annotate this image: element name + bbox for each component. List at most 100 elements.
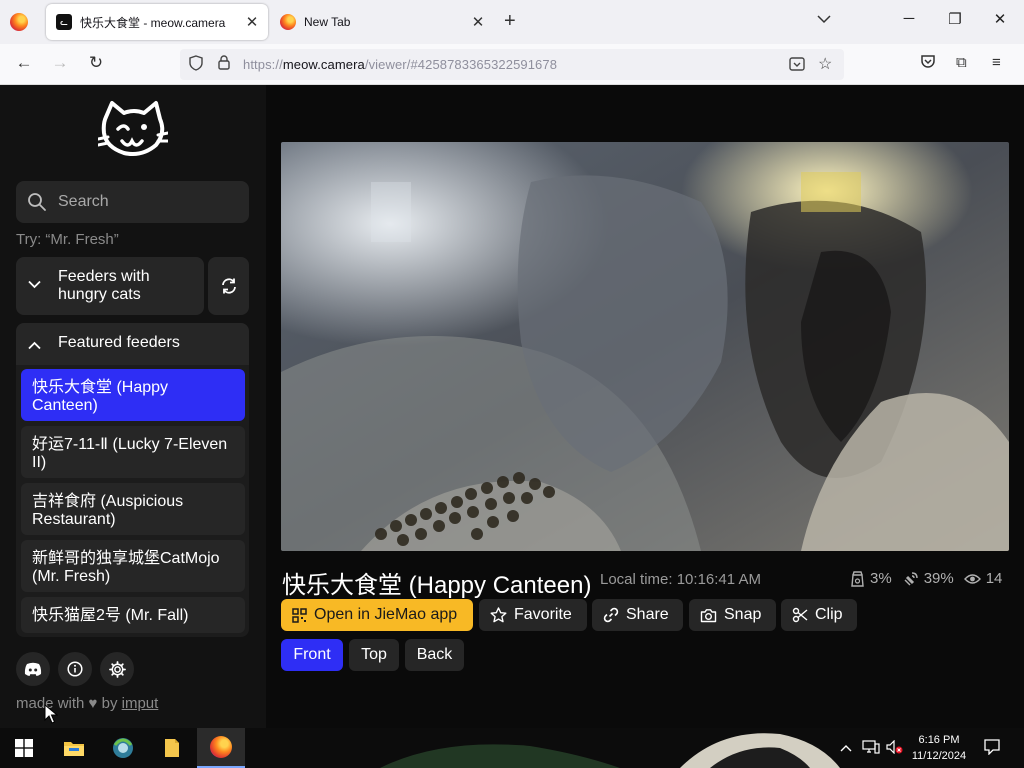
- back-arrow-icon[interactable]: ←: [12, 53, 36, 73]
- document-icon: [165, 739, 179, 757]
- feeder-list: 快乐大食堂 (Happy Canteen) 好运7-11-Ⅱ (Lucky 7-…: [16, 365, 249, 637]
- mouse-cursor-icon: [44, 704, 58, 724]
- favorite-button[interactable]: Favorite: [479, 599, 587, 631]
- tray-overflow-chevron-icon[interactable]: [840, 740, 852, 755]
- tab-title: 快乐大食堂 - meow.camera: [80, 15, 226, 30]
- address-bar[interactable]: https://meow.camera/viewer/#425878336532…: [180, 49, 844, 80]
- search-box[interactable]: [16, 181, 249, 223]
- tab-close-icon[interactable]: ✕: [240, 13, 264, 31]
- main-content: 快乐大食堂 (Happy Canteen) Local time: 10:16:…: [266, 85, 1024, 728]
- discord-button[interactable]: [16, 652, 50, 686]
- browser-globe-icon: [113, 738, 133, 758]
- taskbar-notepad[interactable]: [148, 728, 196, 768]
- notifications-icon[interactable]: [984, 739, 1000, 758]
- open-app-button[interactable]: Open in JieMao app: [281, 599, 473, 631]
- refresh-button[interactable]: [208, 257, 249, 315]
- refresh-icon: [221, 278, 236, 294]
- lock-icon[interactable]: [218, 55, 230, 73]
- clock-time: 6:16 PM: [918, 734, 960, 746]
- clip-button[interactable]: Clip: [781, 599, 857, 631]
- volume-muted-icon[interactable]: [886, 739, 904, 757]
- eye-icon: [963, 573, 981, 584]
- link-icon: [603, 607, 619, 623]
- desktop-wallpaper-peek: [380, 733, 840, 768]
- gear-icon: [108, 660, 126, 678]
- windows-logo-icon: [15, 739, 33, 757]
- start-button[interactable]: [0, 728, 48, 768]
- tab-close-icon[interactable]: ✕: [466, 13, 490, 31]
- featured-feeders-label: Featured feeders: [58, 334, 180, 351]
- hungry-feeders-label: Feeders with hungry cats: [58, 268, 150, 303]
- search-icon: [28, 193, 46, 211]
- restore-icon[interactable]: ❐: [945, 10, 965, 28]
- feeder-item-happy-canteen[interactable]: 快乐大食堂 (Happy Canteen): [21, 369, 245, 421]
- heart-icon: ♥: [88, 695, 98, 712]
- firefox-favicon-icon: [280, 14, 296, 30]
- reload-icon[interactable]: ↻: [84, 53, 108, 73]
- tab-new-tab[interactable]: New Tab ✕: [270, 4, 494, 40]
- author-link[interactable]: imput: [122, 695, 159, 712]
- browser-tab-bar: ᓚ 快乐大食堂 - meow.camera ✕ New Tab ✕ + ─ ❐ …: [0, 0, 1024, 44]
- new-tab-plus-icon[interactable]: +: [504, 10, 516, 33]
- meow-camera-logo-icon[interactable]: [98, 99, 168, 161]
- local-time: Local time: 10:16:41 AM: [600, 571, 761, 588]
- sidebar: Try: “Mr. Fresh” Feeders with hungry cat…: [0, 85, 266, 728]
- windows-taskbar: 6:16 PM 11/12/2024: [0, 728, 1024, 768]
- qr-code-icon: [292, 607, 307, 623]
- tab-meow-camera[interactable]: ᓚ 快乐大食堂 - meow.camera ✕: [46, 4, 268, 40]
- feeder-item-lucky-7-eleven[interactable]: 好运7-11-Ⅱ (Lucky 7-Eleven II): [21, 426, 245, 478]
- feeder-item-mr-fresh[interactable]: 新鲜哥的独享城堡CatMojo (Mr. Fresh): [21, 540, 245, 592]
- scissors-icon: [792, 607, 808, 623]
- food-bag-icon: [851, 570, 864, 587]
- firefox-menu-icon[interactable]: [10, 13, 28, 31]
- search-hint: Try: “Mr. Fresh”: [16, 231, 119, 248]
- window-close-icon[interactable]: ✕: [990, 10, 1010, 28]
- hungry-feeders-toggle[interactable]: Feeders with hungry cats: [16, 257, 204, 315]
- extensions-puzzle-icon[interactable]: ⧉: [956, 54, 967, 71]
- made-with-footer: made with ♥ by imput: [16, 695, 159, 712]
- about-button[interactable]: [58, 652, 92, 686]
- network-icon[interactable]: [862, 740, 880, 757]
- satellite-icon: [904, 571, 918, 585]
- url-text: https://meow.camera/viewer/#425878336532…: [243, 57, 558, 72]
- folder-icon: [64, 742, 84, 756]
- reader-view-icon[interactable]: [789, 56, 805, 75]
- browser-nav-bar: ← → ↻ https://meow.camera/viewer/#425878…: [0, 44, 1024, 85]
- camera-video-stream[interactable]: [281, 142, 1009, 551]
- view-front-button[interactable]: Front: [281, 639, 343, 671]
- pocket-icon[interactable]: [920, 54, 936, 73]
- discord-icon: [24, 662, 42, 676]
- hamburger-menu-icon[interactable]: ≡: [992, 54, 1001, 71]
- taskbar-clock[interactable]: 6:16 PM 11/12/2024: [906, 732, 972, 764]
- list-all-tabs-chevron-icon[interactable]: [817, 11, 831, 27]
- minimize-icon[interactable]: ─: [899, 10, 919, 27]
- search-input[interactable]: [58, 191, 238, 213]
- taskbar-firefox[interactable]: [197, 728, 245, 768]
- taskbar-edge-browser[interactable]: [99, 728, 147, 768]
- chevron-down-icon: [28, 277, 41, 292]
- featured-feeders-toggle[interactable]: Featured feeders: [16, 323, 249, 365]
- share-button[interactable]: Share: [592, 599, 683, 631]
- view-back-button[interactable]: Back: [405, 639, 464, 671]
- meow-camera-favicon-icon: ᓚ: [56, 14, 72, 30]
- settings-button[interactable]: [100, 652, 134, 686]
- taskbar-file-explorer[interactable]: [50, 728, 98, 768]
- tracking-shield-icon[interactable]: [189, 55, 203, 74]
- info-icon: [67, 661, 83, 677]
- tab-title: New Tab: [304, 15, 351, 29]
- signal-stat: 39%: [902, 570, 954, 587]
- bookmark-star-icon[interactable]: ☆: [818, 54, 832, 74]
- star-icon: [490, 607, 507, 623]
- camera-stats: 3% 39% 14: [850, 570, 1012, 587]
- forward-arrow-icon[interactable]: →: [48, 53, 72, 73]
- snap-button[interactable]: Snap: [689, 599, 776, 631]
- chevron-up-icon: [28, 338, 41, 353]
- viewers-stat: 14: [963, 570, 1002, 587]
- camera-icon: [700, 608, 717, 622]
- food-level-stat: 3%: [850, 570, 892, 587]
- feeder-item-auspicious-restaurant[interactable]: 吉祥食府 (Auspicious Restaurant): [21, 483, 245, 535]
- camera-title: 快乐大食堂 (Happy Canteen): [282, 572, 592, 599]
- feeder-item-mr-fall[interactable]: 快乐猫屋2号 (Mr. Fall): [21, 597, 245, 633]
- firefox-icon: [210, 736, 232, 758]
- view-top-button[interactable]: Top: [349, 639, 399, 671]
